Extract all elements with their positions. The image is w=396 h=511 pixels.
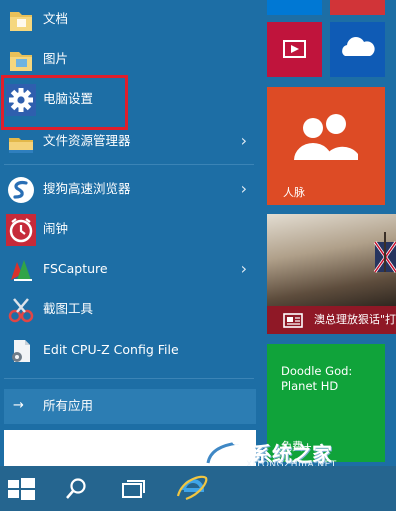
alarm-clock-icon <box>6 214 36 246</box>
news-bar: 澳总理放狠话"打 <box>267 306 396 334</box>
chevron-right-icon[interactable]: › <box>241 260 247 278</box>
start-item-sogou-browser[interactable]: 搜狗高速浏览器 › <box>0 170 258 210</box>
search-icon <box>66 478 86 499</box>
divider <box>4 164 254 165</box>
start-item-label: 搜狗高速浏览器 <box>43 181 131 196</box>
flag-image <box>373 232 396 273</box>
start-item-label: 文档 <box>43 11 69 26</box>
start-item-label: FSCapture <box>43 261 108 276</box>
snipping-tool-icon <box>8 298 34 323</box>
start-item-pictures[interactable]: 图片 <box>0 40 258 80</box>
start-item-documents[interactable]: 文档 <box>0 0 258 40</box>
chevron-right-icon[interactable]: › <box>241 180 247 198</box>
task-view-button[interactable] <box>114 466 154 511</box>
start-item-snipping-tool[interactable]: 截图工具 <box>0 290 258 330</box>
task-view-icon <box>122 480 145 498</box>
watermark: 系统之家 XITONGZHIJIA.NET <box>186 417 396 473</box>
taskbar-search-button[interactable] <box>56 466 96 511</box>
sogou-browser-icon <box>8 177 34 203</box>
tile-news[interactable]: 澳总理放狠话"打 <box>267 214 396 334</box>
tile-label: 人脉 <box>283 186 305 199</box>
file-explorer-icon <box>9 138 33 153</box>
folder-icon <box>10 52 32 71</box>
tile-video[interactable] <box>267 22 322 77</box>
start-item-label: 闹钟 <box>43 221 69 236</box>
internet-explorer-icon <box>176 475 208 501</box>
tile-people[interactable]: 人脉 <box>267 87 385 205</box>
tile-partial-red[interactable] <box>330 0 385 15</box>
news-photo <box>267 214 396 306</box>
start-button[interactable] <box>0 466 46 511</box>
start-item-label: 图片 <box>43 51 69 66</box>
cloud-icon <box>342 37 375 56</box>
start-menu: 文档 图片 电脑设置 文件资源管理器 › 搜狗高速浏览器 › 闹钟 FSCapt… <box>0 0 396 466</box>
newspaper-icon <box>283 313 303 328</box>
divider <box>4 378 254 379</box>
taskbar <box>0 466 396 511</box>
start-item-fscapture[interactable]: FSCapture › <box>0 250 258 290</box>
fscapture-icon <box>11 260 32 281</box>
windows-start-icon <box>8 478 35 500</box>
chevron-right-icon[interactable]: › <box>241 132 247 150</box>
video-icon <box>283 40 306 58</box>
internet-explorer-button[interactable] <box>170 466 214 511</box>
config-file-icon <box>12 340 30 362</box>
start-item-label: 截图工具 <box>43 301 94 316</box>
tile-label: 澳总理放狠话"打 <box>314 313 396 326</box>
start-item-label: Edit CPU-Z Config File <box>43 342 179 357</box>
all-apps-label: 所有应用 <box>43 398 94 413</box>
start-menu-left-pane: 文档 图片 电脑设置 文件资源管理器 › 搜狗高速浏览器 › 闹钟 FSCapt… <box>0 0 258 466</box>
folder-icon <box>10 12 32 31</box>
tile-onedrive[interactable] <box>330 22 385 77</box>
tile-title: Doodle God: Planet HD <box>281 364 353 393</box>
highlight-box <box>1 75 128 130</box>
start-item-cpuz-config[interactable]: Edit CPU-Z Config File <box>0 331 258 371</box>
arrow-right-icon: → <box>13 398 24 413</box>
tile-partial-blue[interactable] <box>267 0 322 15</box>
start-item-alarm[interactable]: 闹钟 <box>0 210 258 250</box>
start-item-label: 文件资源管理器 <box>43 133 131 148</box>
